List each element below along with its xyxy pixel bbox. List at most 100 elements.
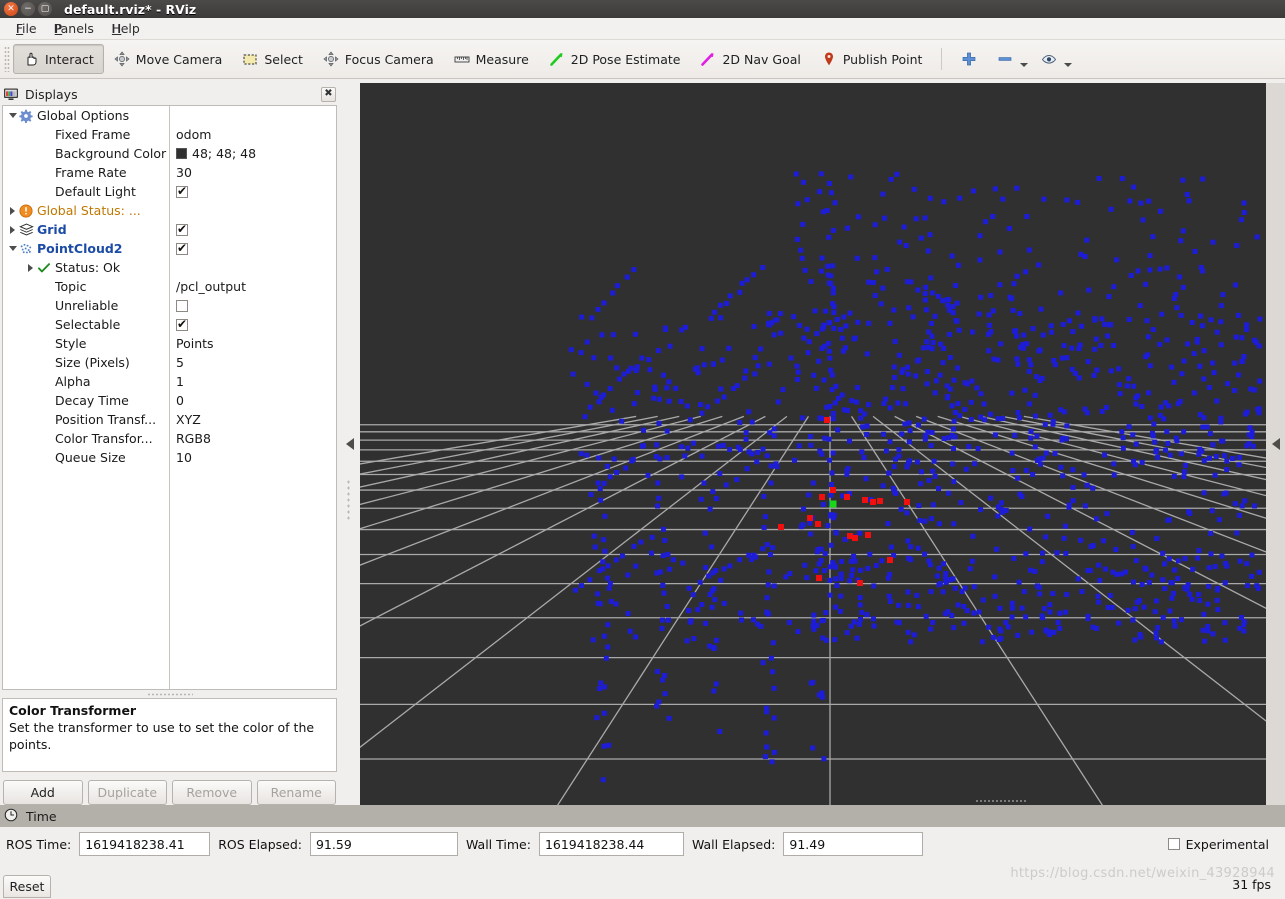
cloud-point <box>1037 378 1043 384</box>
cloud-point <box>1078 537 1084 543</box>
cloud-point <box>911 632 917 638</box>
viewport-bottom-grip[interactable] <box>975 799 1027 803</box>
reset-button[interactable]: Reset <box>3 875 51 898</box>
cloud-point <box>707 506 713 512</box>
tree-row-name-cell: Queue Size <box>3 450 169 465</box>
tree-row-checkbox[interactable] <box>176 222 188 236</box>
add-tool-button[interactable] <box>951 44 987 74</box>
remove-display-button[interactable]: Remove <box>172 780 252 805</box>
tree-row-value-cell[interactable] <box>169 184 336 198</box>
cloud-point <box>914 459 920 465</box>
tool-focus-camera-button[interactable]: Focus Camera <box>313 44 444 74</box>
duplicate-display-button[interactable]: Duplicate <box>87 780 167 805</box>
tree-row-value-cell[interactable]: Points <box>169 336 336 351</box>
ros-elapsed-label: ROS Elapsed: <box>218 836 302 852</box>
cloud-point <box>613 601 619 607</box>
tree-row-value-cell[interactable]: 30 <box>169 165 336 180</box>
tool-publish-point-button[interactable]: Publish Point <box>811 44 933 74</box>
twisty-right-icon[interactable] <box>25 263 36 272</box>
chevron-down-icon-2[interactable] <box>1064 63 1073 67</box>
cloud-point <box>955 602 961 608</box>
wall-elapsed-input[interactable]: 91.49 <box>783 832 924 856</box>
tree-row-value-cell[interactable]: odom <box>169 127 336 142</box>
tool-interact-button[interactable]: Interact <box>13 44 104 74</box>
rename-display-button[interactable]: Rename <box>256 780 336 805</box>
cloud-point <box>1145 334 1151 340</box>
cloud-point <box>951 479 957 485</box>
tree-row-value-cell[interactable] <box>169 317 336 331</box>
chevron-down-icon[interactable] <box>1020 63 1029 67</box>
tool-select-button[interactable]: Select <box>232 44 313 74</box>
twisty-down-icon[interactable] <box>7 246 18 251</box>
cloud-point <box>660 553 666 559</box>
close-icon[interactable]: ✖ <box>321 86 336 102</box>
tool-2d-nav-goal-label: 2D Nav Goal <box>722 51 801 67</box>
triangle-left-icon[interactable] <box>345 438 354 450</box>
experimental-checkbox[interactable] <box>1167 838 1180 850</box>
tree-row-value-cell[interactable]: 0 <box>169 393 336 408</box>
cloud-point <box>1040 332 1046 338</box>
tool-visibility-button[interactable] <box>1031 44 1075 74</box>
cloud-point <box>743 430 749 436</box>
tool-measure-button[interactable]: Measure <box>444 44 539 74</box>
tree-row-value-cell[interactable]: XYZ <box>169 412 336 427</box>
window-minimize-icon[interactable]: − <box>21 2 35 16</box>
cloud-point <box>818 171 824 177</box>
left-splitter[interactable] <box>339 83 360 805</box>
tree-row-label: Status: Ok <box>55 260 121 275</box>
menu-help[interactable]: HHelp <box>104 19 148 38</box>
cloud-point <box>963 466 969 472</box>
window-close-icon[interactable]: ✕ <box>4 2 18 16</box>
tree-row-checkbox[interactable] <box>176 317 188 331</box>
tree-row-checkbox[interactable] <box>176 184 188 198</box>
tree-row-value-cell[interactable]: 5 <box>169 355 336 370</box>
menu-panels[interactable]: PPanels <box>47 19 102 38</box>
tree-row-value-cell[interactable]: 1 <box>169 374 336 389</box>
background-color-swatch[interactable] <box>176 148 187 159</box>
twisty-down-icon[interactable] <box>7 113 18 118</box>
tree-row-value-cell[interactable]: RGB8 <box>169 431 336 446</box>
cloud-point <box>1232 387 1238 393</box>
twisty-right-icon[interactable] <box>7 206 18 215</box>
ros-time-input[interactable]: 1619418238.41 <box>79 832 211 856</box>
tool-move-camera-button[interactable]: Move Camera <box>104 44 233 74</box>
toolbar-drag-handle[interactable] <box>4 46 10 72</box>
ros-elapsed-input[interactable]: 91.59 <box>309 832 458 856</box>
cloud-point <box>1063 550 1069 556</box>
triangle-left-icon-right[interactable] <box>1271 438 1280 450</box>
cloud-point <box>924 381 930 387</box>
tree-column-splitter[interactable] <box>169 106 170 689</box>
right-splitter[interactable] <box>1266 83 1285 805</box>
cloud-point <box>1151 421 1157 427</box>
window-maximize-icon[interactable]: ▢ <box>38 2 52 16</box>
cloud-point <box>1155 625 1161 631</box>
tree-row-value-cell[interactable] <box>169 299 336 312</box>
cloud-point <box>666 379 672 385</box>
menu-file[interactable]: FFile <box>8 19 45 38</box>
render-viewport-3d[interactable] <box>360 83 1266 805</box>
tree-row-value-cell[interactable] <box>169 222 336 236</box>
add-display-button[interactable]: Add <box>3 780 83 805</box>
cloud-point <box>1201 458 1207 464</box>
tree-row-value-cell[interactable] <box>169 241 336 255</box>
displays-tree[interactable]: Global Options Fixed Frame odom Background … <box>2 105 337 690</box>
remove-tool-button[interactable] <box>987 44 1031 74</box>
tree-row-value-cell[interactable]: /pcl_output <box>169 279 336 294</box>
twisty-right-icon[interactable] <box>7 225 18 234</box>
cloud-point <box>947 386 953 392</box>
cloud-point <box>753 554 759 560</box>
tool-2d-pose-estimate-button[interactable]: 2D Pose Estimate <box>539 44 691 74</box>
cloud-point <box>1160 615 1166 621</box>
cloud-point <box>646 357 652 363</box>
panel-resize-grip[interactable] <box>0 690 339 698</box>
tool-2d-nav-goal-button[interactable]: 2D Nav Goal <box>690 44 810 74</box>
wall-time-input[interactable]: 1619418238.44 <box>538 832 684 856</box>
tree-row-value-cell[interactable]: 48; 48; 48 <box>169 146 336 161</box>
cloud-point <box>1015 410 1021 416</box>
tree-row-checkbox[interactable] <box>176 299 188 312</box>
cloud-point <box>1206 565 1212 571</box>
tree-row-checkbox[interactable] <box>176 241 188 255</box>
tree-row-value-cell[interactable]: 10 <box>169 450 336 465</box>
cloud-point <box>998 628 1004 634</box>
cloud-point <box>652 384 658 390</box>
